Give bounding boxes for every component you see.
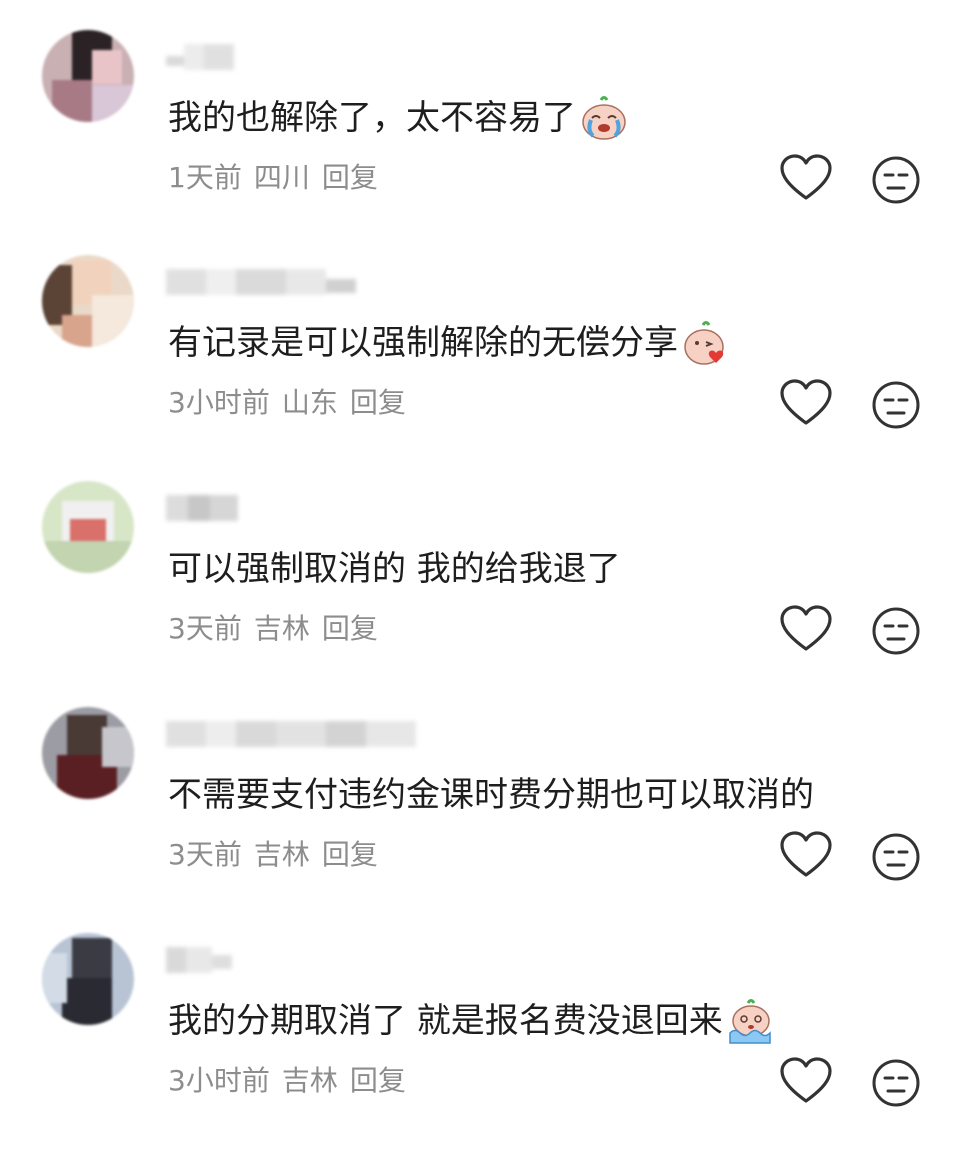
heart-outline-icon[interactable] [778,377,834,429]
reply-button[interactable]: 回复 [322,612,378,645]
reply-button[interactable]: 回复 [322,838,378,871]
location: 吉林 [281,1064,338,1097]
heart-outline-icon[interactable] [778,1055,834,1107]
username-blurred[interactable] [166,947,232,977]
username-blurred[interactable] [166,44,234,74]
comment-meta: 3小时前 吉林 回复 [168,1061,418,1101]
comment-item-2: 有记录是可以强制解除的无偿分享 3小时前 山东 回复 [0,225,960,450]
avatar[interactable] [42,707,134,799]
comment-item-3: 可以强制取消的 我的给我退了 3天前 吉林 回复 [0,451,960,676]
avatar[interactable] [42,481,134,573]
blowing-kiss-emoji [682,319,730,367]
crying-in-water-emoji [727,997,775,1045]
neutral-face-icon[interactable] [868,377,924,433]
timestamp: 1天前 [168,161,242,194]
comment-text: 不需要支付违约金课时费分期也可以取消的 [168,775,814,815]
neutral-face-icon[interactable] [868,1055,924,1111]
neutral-face-icon[interactable] [868,603,924,659]
comment-text: 可以强制取消的 我的给我退了 [168,549,621,589]
location: 吉林 [253,838,310,871]
timestamp: 3天前 [168,612,242,645]
reply-button[interactable]: 回复 [322,161,378,194]
avatar[interactable] [42,255,134,347]
timestamp: 3小时前 [168,1064,270,1097]
comment-meta: 1天前 四川 回复 [168,158,390,198]
username-blurred[interactable] [166,269,356,299]
location: 吉林 [253,612,310,645]
comment-text: 有记录是可以强制解除的无偿分享 [168,318,730,368]
reply-button[interactable]: 回复 [350,386,406,419]
comment-item-5: 我的分期取消了 就是报名费没退回来 3小时前 吉林 回复 [0,903,960,1128]
avatar[interactable] [42,30,134,122]
location: 四川 [253,161,310,194]
comment-text: 我的也解除了，太不容易了 [168,93,628,143]
heart-outline-icon[interactable] [778,829,834,881]
heart-outline-icon[interactable] [778,603,834,655]
username-blurred[interactable] [166,495,238,525]
comment-item-1: 我的也解除了，太不容易了 1天前 四川 回复 [0,0,960,225]
avatar[interactable] [42,933,134,1025]
comment-item-4: 不需要支付违约金课时费分期也可以取消的 3天前 吉林 回复 [0,677,960,902]
reply-button[interactable]: 回复 [350,1064,406,1097]
heart-outline-icon[interactable] [778,152,834,204]
comment-text: 我的分期取消了 就是报名费没退回来 [168,996,775,1046]
neutral-face-icon[interactable] [868,152,924,208]
timestamp: 3天前 [168,838,242,871]
neutral-face-icon[interactable] [868,829,924,885]
username-blurred[interactable] [166,721,416,751]
timestamp: 3小时前 [168,386,270,419]
comment-meta: 3天前 吉林 回复 [168,835,390,875]
comment-meta: 3天前 吉林 回复 [168,609,390,649]
comment-meta: 3小时前 山东 回复 [168,383,418,423]
crying-face-emoji [580,94,628,142]
location: 山东 [281,386,338,419]
